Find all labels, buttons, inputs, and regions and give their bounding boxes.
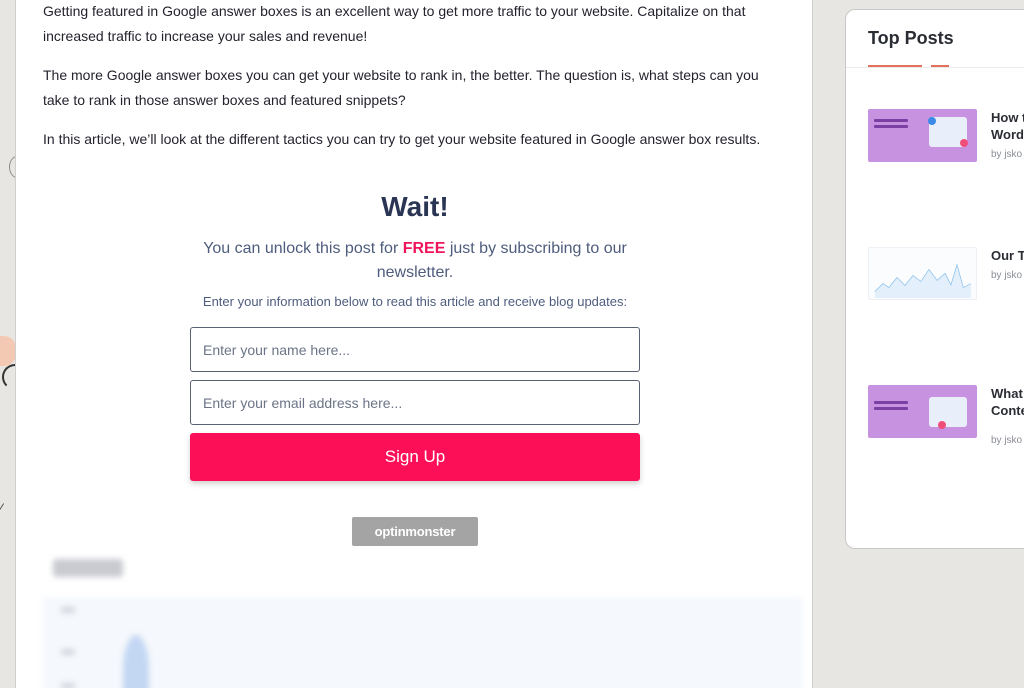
top-post-item[interactable]: How t Word by jsko [868,109,1024,169]
post-byline: by jsko [991,149,1023,160]
optin-subtitle-start: You can unlock this post for [203,240,403,257]
top-post-item[interactable]: Our T by jsko [868,247,1024,307]
article-paragraph: The more Google answer boxes you can get… [43,67,759,108]
post-byline: by jsko [991,435,1023,446]
decoration-hand [0,336,16,366]
optinmonster-badge[interactable]: optinmonster [352,517,478,546]
blurred-tick [61,649,75,655]
widget-divider [846,67,1024,68]
top-posts-widget: Top Posts How t Word by jsko Our T by jsk… [845,9,1024,549]
blurred-tick [61,607,75,613]
thumbnail-line-chart [874,263,972,298]
title-underline [868,65,922,67]
post-thumbnail[interactable] [868,109,977,162]
top-post-item[interactable]: What Conte by jsko [868,385,1024,446]
blurred-peak [123,635,149,688]
post-byline: by jsko [991,270,1023,281]
title-underline-accent [931,65,949,67]
blurred-heading [53,559,123,577]
post-title-line[interactable]: How t [991,110,1024,125]
optin-subtitle: You can unlock this post for FREE just b… [195,237,635,285]
post-title-line[interactable]: Word [991,127,1024,142]
article-panel: Getting featured in Google answer boxes … [15,0,813,688]
decoration-mark: ⁄ [0,500,3,516]
email-input[interactable] [190,380,640,425]
post-title[interactable]: What Conte [991,385,1024,419]
optin-title: Wait! [381,191,449,222]
post-thumbnail[interactable] [868,385,977,438]
blurred-content [43,549,803,688]
post-thumbnail[interactable] [868,247,977,300]
optin-form: Wait! You can unlock this post for FREE … [190,187,640,481]
blurred-tick [61,683,75,688]
thumbnail-dot [928,117,936,125]
thumbnail-text [874,119,908,122]
post-title-line[interactable]: Conte [991,403,1024,418]
optin-instruction: Enter your information below to read thi… [202,294,628,309]
post-title[interactable]: Our T [991,247,1024,264]
decoration-curve [2,364,16,390]
thumbnail-text [874,401,908,404]
thumbnail-graphic [929,397,967,427]
optin-free-highlight: FREE [402,240,446,257]
post-title[interactable]: How t Word [991,109,1024,143]
blurred-chart [43,597,803,688]
widget-title: Top Posts [868,28,954,48]
thumbnail-dot [960,139,968,147]
background-illustration: ⁄ [0,0,16,688]
article-paragraph: In this article, we’ll look at the diffe… [43,131,761,147]
sign-up-button[interactable]: Sign Up [190,433,640,481]
thumbnail-text [874,125,908,128]
thumbnail-text [874,407,908,410]
article-paragraph: Getting featured in Google answer boxes … [43,3,746,44]
name-input[interactable] [190,327,640,372]
thumbnail-dot [938,421,946,429]
post-title-line[interactable]: What [991,386,1023,401]
